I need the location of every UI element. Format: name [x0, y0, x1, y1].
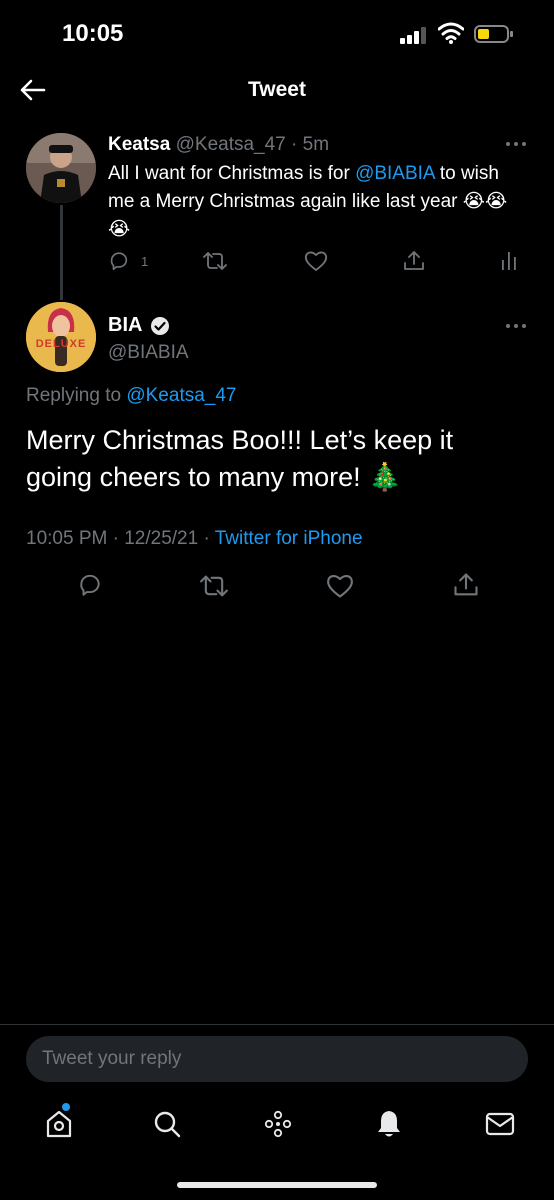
retweet-icon[interactable] [200, 573, 228, 599]
replying-to-link[interactable]: @Keatsa_47 [126, 385, 236, 406]
home-notification-dot [62, 1103, 70, 1111]
time-ago[interactable]: 5m [303, 134, 329, 155]
cellular-signal-icon [400, 26, 430, 44]
verified-icon [150, 316, 170, 336]
mention-link[interactable]: @BIABIA [355, 163, 435, 184]
reply-placeholder: Tweet your reply [42, 1048, 182, 1069]
notifications-icon[interactable] [373, 1108, 405, 1140]
thread-line [60, 205, 63, 300]
author-name[interactable]: Keatsa [108, 134, 170, 155]
search-icon[interactable] [151, 1108, 183, 1140]
reply-icon[interactable] [108, 250, 130, 272]
tweet-meta: 10:05 PM · 12/25/21 · Twitter for iPhone [26, 528, 363, 550]
separator: · [285, 134, 303, 155]
avatar[interactable]: DELUXE [26, 302, 96, 372]
share-icon[interactable] [402, 249, 426, 273]
analytics-icon[interactable] [500, 250, 518, 272]
home-indicator [177, 1182, 377, 1188]
share-icon[interactable] [452, 571, 480, 599]
page-title: Tweet [248, 78, 306, 101]
author-name[interactable]: BIA [108, 314, 142, 337]
avatar-text: DELUXE [35, 338, 87, 350]
like-icon[interactable] [304, 250, 328, 272]
home-icon[interactable] [43, 1108, 75, 1140]
replying-to: Replying to @Keatsa_47 [26, 385, 236, 407]
more-icon[interactable] [505, 322, 527, 330]
author-handle[interactable]: @BIABIA [108, 342, 189, 364]
author-handle[interactable]: @Keatsa_47 [176, 134, 286, 155]
avatar[interactable] [26, 133, 96, 203]
main-tweet-text: Merry Christmas Boo!!! Let’s keep it goi… [26, 422, 526, 496]
status-time: 10:05 [62, 20, 124, 47]
messages-icon[interactable] [484, 1108, 516, 1140]
reply-count: 1 [141, 254, 149, 269]
parent-tweet-text: All I want for Christmas is for @BIABIA … [108, 160, 508, 244]
replying-label: Replying to [26, 385, 127, 406]
divider [0, 1024, 554, 1025]
tweet-text-part: All I want for Christmas is for [108, 163, 356, 184]
like-icon[interactable] [326, 573, 354, 599]
battery-icon [474, 24, 514, 44]
source-link[interactable]: Twitter for iPhone [215, 528, 363, 549]
more-icon[interactable] [505, 140, 527, 148]
parent-tweet-header: Keatsa @Keatsa_47 · 5m [108, 134, 329, 156]
wifi-icon [438, 22, 464, 44]
timestamp[interactable]: 10:05 PM · 12/25/21 · [26, 528, 215, 549]
retweet-icon[interactable] [203, 250, 227, 272]
emoji: 🎄 [368, 462, 402, 492]
reply-icon[interactable] [77, 572, 103, 598]
spaces-icon[interactable] [262, 1108, 294, 1140]
